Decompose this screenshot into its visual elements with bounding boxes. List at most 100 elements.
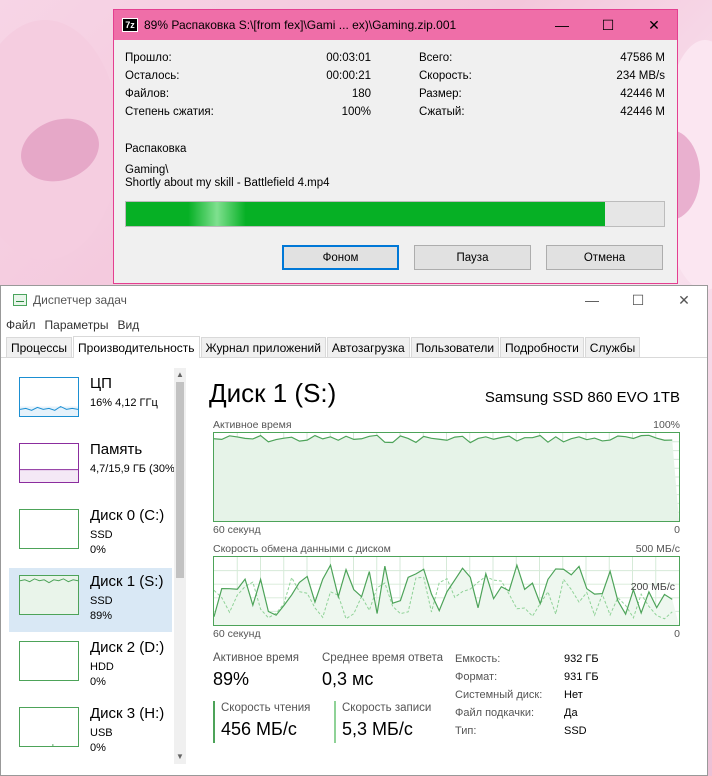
operation-label: Распаковка <box>125 143 187 155</box>
tab-users[interactable]: Пользователи <box>410 337 500 357</box>
disk-model: Samsung SSD 860 EVO 1TB <box>484 389 680 406</box>
tab-startup[interactable]: Автозагрузка <box>326 337 410 357</box>
maximize-icon[interactable]: ☐ <box>585 10 631 40</box>
capacity-value: 932 ГБ <box>564 653 599 665</box>
response-time-label: Среднее время ответа <box>322 652 444 664</box>
type-label: Тип: <box>455 725 477 737</box>
background-button[interactable]: Фоном <box>282 245 399 270</box>
tab-details[interactable]: Подробности <box>500 337 584 357</box>
total-label: Всего: <box>419 52 453 64</box>
transfer-graph-mid: 200 МБ/с <box>630 581 675 593</box>
response-time-value: 0,3 мс <box>322 669 374 689</box>
files-value: 180 <box>351 88 371 100</box>
scroll-down-icon[interactable]: ▼ <box>175 752 185 762</box>
sidebar-item-disk0[interactable]: Диск 0 (C:) SSD 0% <box>9 502 172 566</box>
sidebar-item-cpu[interactable]: ЦП 16% 4,12 ГГц <box>9 370 172 434</box>
sidebar-disk2-type: HDD <box>90 661 114 673</box>
menu-options[interactable]: Параметры <box>45 318 109 332</box>
sidebar-memory-name: Память <box>90 441 143 458</box>
capacity-label: Емкость: <box>455 653 501 665</box>
write-speed-marker <box>334 701 336 743</box>
tab-bar: Процессы Производительность Журнал прило… <box>1 336 707 358</box>
sidebar-disk3-usage: 0% <box>90 742 106 754</box>
menu-bar: Файл Параметры Вид <box>1 314 707 336</box>
sidebar-disk2-usage: 0% <box>90 676 106 688</box>
task-manager-window: Диспетчер задач — ☐ ✕ Файл Параметры Вид… <box>0 285 708 776</box>
page-file-label: Файл подкачки: <box>455 707 535 719</box>
tab-app-history[interactable]: Журнал приложений <box>200 337 326 357</box>
tm-title-bar[interactable]: Диспетчер задач — ☐ ✕ <box>1 286 707 314</box>
menu-view[interactable]: Вид <box>117 318 139 332</box>
ratio-value: 100% <box>341 106 371 118</box>
write-speed-label: Скорость записи <box>342 702 432 714</box>
sidebar-scroll-thumb[interactable] <box>176 382 184 578</box>
active-time-graph-label: Активное время <box>213 419 292 431</box>
sidebar-cpu-usage: 16% 4,12 ГГц <box>90 397 158 409</box>
system-disk-value: Нет <box>564 689 583 701</box>
sidebar-disk3-type: USB <box>90 727 113 739</box>
read-speed-marker <box>213 701 215 743</box>
transfer-graph-max: 500 МБ/с <box>635 543 680 555</box>
disk-title: Диск 1 (S:) <box>209 378 337 408</box>
minimize-icon[interactable]: — <box>569 286 615 314</box>
active-time-graph <box>213 432 680 522</box>
read-speed-value: 456 МБ/с <box>221 719 297 739</box>
files-label: Файлов: <box>125 88 170 100</box>
transfer-graph-xlabel: 60 секунд <box>213 628 261 640</box>
sidebar-item-disk2[interactable]: Диск 2 (D:) HDD 0% <box>9 634 172 698</box>
packed-label: Сжатый: <box>419 106 465 118</box>
7zip-logo-icon: 7z <box>122 18 138 32</box>
tab-services[interactable]: Службы <box>584 337 641 357</box>
extract-progress-fill <box>126 202 605 226</box>
disk3-thumbnail-graph <box>19 707 79 747</box>
current-file: Shortly about my skill - Battlefield 4.m… <box>125 177 330 189</box>
active-time-value: 89% <box>213 669 250 689</box>
packed-value: 42446 M <box>620 106 665 118</box>
task-manager-icon <box>13 294 27 306</box>
tab-processes[interactable]: Процессы <box>6 337 73 357</box>
formatted-label: Формат: <box>455 671 498 683</box>
disk0-thumbnail-graph <box>19 509 79 549</box>
sidebar-disk0-name: Диск 0 (C:) <box>90 507 165 524</box>
transfer-graph-label: Скорость обмена данными с диском <box>213 543 391 555</box>
close-icon[interactable]: ✕ <box>661 286 707 314</box>
sidebar-item-memory[interactable]: Память 4,7/15,9 ГБ (30%) <box>9 436 178 500</box>
sidebar-item-disk3[interactable]: Диск 3 (H:) USB 0% <box>9 700 172 764</box>
tm-window-title: Диспетчер задач <box>33 293 127 307</box>
type-value: SSD <box>564 725 587 737</box>
total-value: 47586 M <box>620 52 665 64</box>
active-time-graph-min: 0 <box>674 524 680 536</box>
resource-sidebar: ЦП 16% 4,12 ГГц Память 4,7/15,9 ГБ (30%)… <box>9 368 186 768</box>
disk1-thumbnail-graph <box>19 575 79 615</box>
sidebar-cpu-name: ЦП <box>90 375 112 392</box>
elapsed-label: Прошло: <box>125 52 172 64</box>
ratio-label: Степень сжатия: <box>125 106 214 118</box>
disk2-thumbnail-graph <box>19 641 79 681</box>
cancel-button[interactable]: Отмена <box>546 245 663 270</box>
read-speed-label: Скорость чтения <box>221 702 311 714</box>
sidebar-disk0-usage: 0% <box>90 544 106 556</box>
active-time-label: Активное время <box>213 652 300 664</box>
close-icon[interactable]: ✕ <box>631 10 677 40</box>
memory-thumbnail-graph <box>19 443 79 483</box>
menu-file[interactable]: Файл <box>6 318 36 332</box>
maximize-icon[interactable]: ☐ <box>615 286 661 314</box>
cpu-thumbnail-graph <box>19 377 79 417</box>
7zip-title-bar[interactable]: 7z 89% Распаковка S:\[from fex]\Gami ...… <box>114 10 677 40</box>
disk-detail-panel: Диск 1 (S:) Samsung SSD 860 EVO 1TB Акти… <box>209 368 684 768</box>
sidebar-scrollbar[interactable]: ▲ ▼ <box>174 368 186 764</box>
active-time-graph-xlabel: 60 секунд <box>213 524 261 536</box>
7zip-window-title: 89% Распаковка S:\[from fex]\Gami ... ex… <box>144 18 457 32</box>
tab-performance[interactable]: Производительность <box>73 336 200 358</box>
sidebar-item-disk1[interactable]: Диск 1 (S:) SSD 89% <box>9 568 172 632</box>
page-file-value: Да <box>564 707 578 719</box>
speed-value: 234 MB/s <box>616 70 665 82</box>
active-time-graph-max: 100% <box>653 419 680 431</box>
scroll-up-icon[interactable]: ▲ <box>175 370 185 380</box>
minimize-icon[interactable]: — <box>539 10 585 40</box>
sidebar-disk1-name: Диск 1 (S:) <box>90 573 164 590</box>
extract-progress-bar <box>125 201 665 227</box>
sidebar-disk3-name: Диск 3 (H:) <box>90 705 165 722</box>
write-speed-value: 5,3 МБ/с <box>342 719 413 739</box>
pause-button[interactable]: Пауза <box>414 245 531 270</box>
